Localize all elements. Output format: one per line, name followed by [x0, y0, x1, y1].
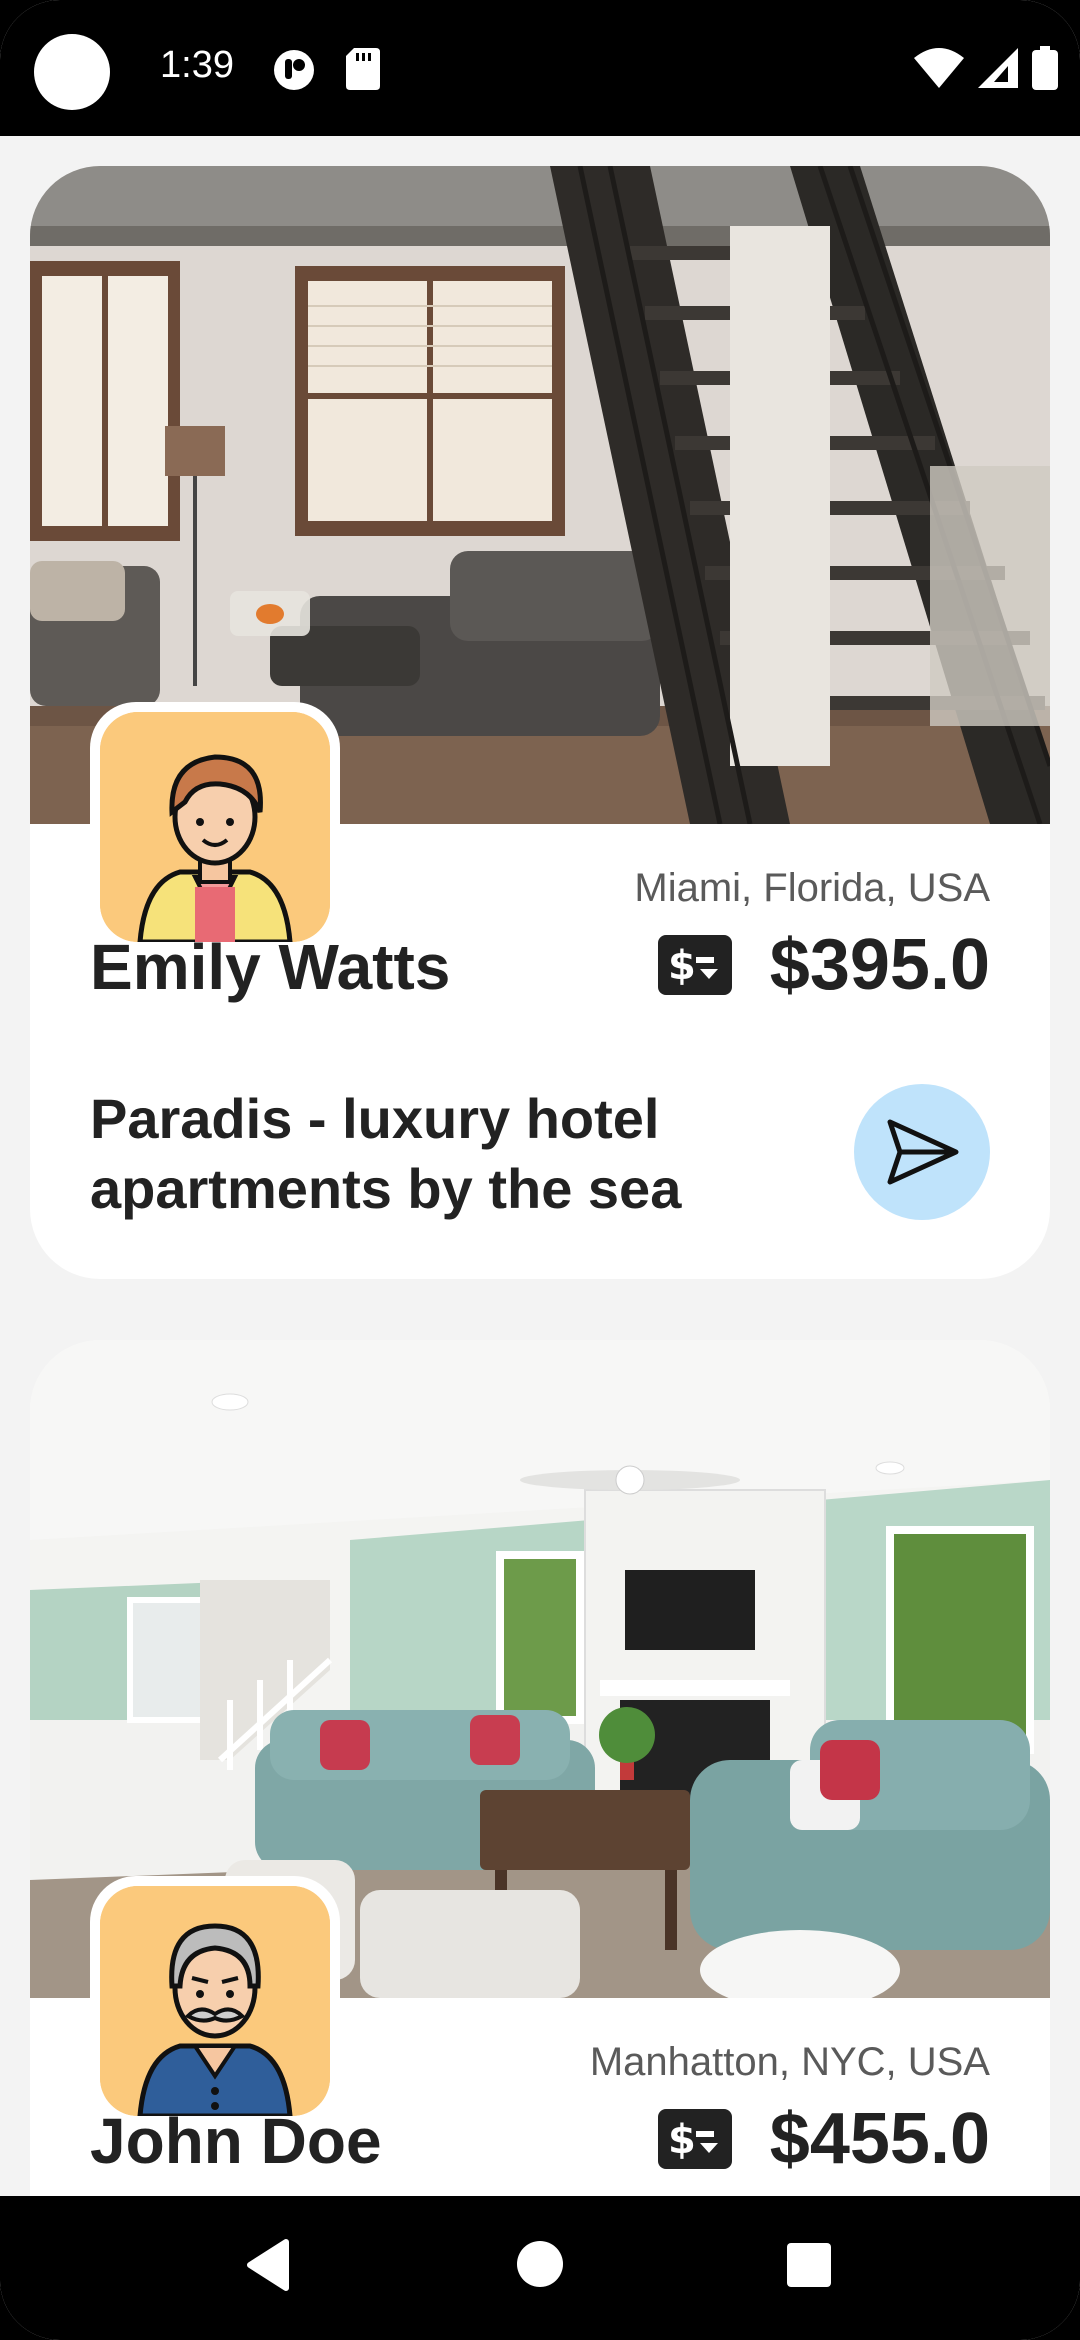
- status-time: 1:39: [160, 44, 234, 86]
- status-bar: 1:39: [0, 0, 1080, 136]
- price-tag-icon: $: [657, 2109, 732, 2169]
- listing-feed[interactable]: Miami, Florida, USA Emily Watts $ $395.0…: [0, 136, 1080, 2196]
- listing-title[interactable]: Paradis - luxury hotel apartments by the…: [90, 1084, 790, 1224]
- price-group: $ $455.0: [657, 2098, 990, 2180]
- send-icon: [887, 1119, 959, 1185]
- home-circle-icon: [517, 2241, 563, 2287]
- svg-text:$: $: [668, 943, 696, 989]
- host-avatar-frame[interactable]: [90, 702, 340, 952]
- back-triangle-icon: [247, 2239, 289, 2291]
- price-tag-icon: $: [657, 935, 732, 995]
- camera-cutout: [34, 34, 110, 110]
- back-button[interactable]: [244, 2238, 290, 2297]
- recents-button[interactable]: [786, 2242, 832, 2293]
- listing-price: $455.0: [769, 2099, 990, 2179]
- svg-text:$: $: [668, 2117, 696, 2163]
- app-screen: 1:39 Miami, Florida, USA Emily Watts $ $…: [0, 0, 1080, 2340]
- recents-square-icon: [787, 2243, 831, 2287]
- navigation-bar: [0, 2196, 1080, 2340]
- home-button[interactable]: [516, 2240, 564, 2293]
- listing-price: $395.0: [769, 925, 990, 1005]
- send-button[interactable]: [854, 1084, 990, 1220]
- listing-card[interactable]: Manhatton, NYC, USA John Doe $ $455.0: [30, 1340, 1050, 2196]
- woman-avatar-icon: [100, 712, 330, 942]
- listing-location: Miami, Florida, USA: [634, 866, 990, 910]
- host-name: John Doe: [90, 2105, 382, 2177]
- cell-signal-icon: [978, 48, 1018, 88]
- wifi-icon: [914, 48, 964, 88]
- listing-card[interactable]: Miami, Florida, USA Emily Watts $ $395.0…: [30, 166, 1050, 1279]
- sd-card-icon: [346, 48, 380, 95]
- listing-location: Manhatton, NYC, USA: [589, 2040, 990, 2084]
- old-man-avatar-icon: [100, 1886, 330, 2116]
- battery-icon: [1032, 46, 1058, 90]
- price-group: $ $395.0: [657, 924, 990, 1006]
- notification-app-icon: [272, 48, 316, 97]
- host-avatar-frame[interactable]: [90, 1876, 340, 2126]
- host-name: Emily Watts: [90, 931, 451, 1003]
